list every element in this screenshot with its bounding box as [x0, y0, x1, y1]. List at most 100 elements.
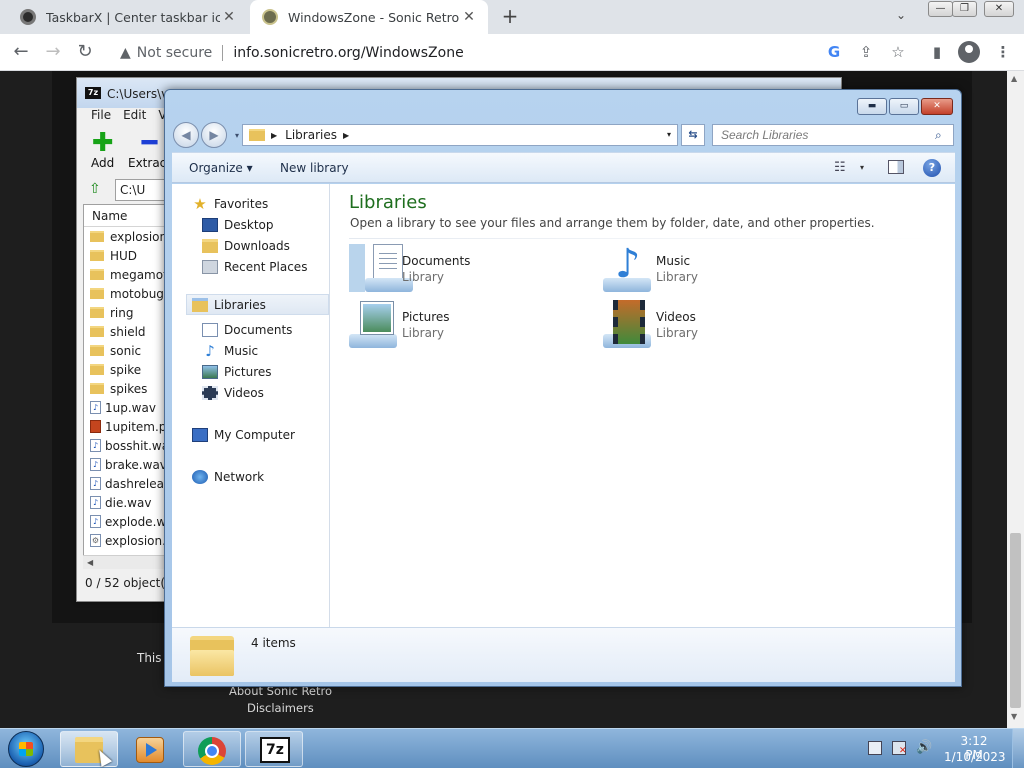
- file-list-row[interactable]: ♪ brake.wav: [84, 455, 164, 474]
- google-translate-icon[interactable]: G: [824, 42, 844, 62]
- browser-maximize-button[interactable]: ❐: [952, 1, 977, 17]
- action-center-flag-icon[interactable]: [868, 741, 882, 755]
- side-panel-icon[interactable]: ▮: [927, 42, 947, 62]
- browser-minimize-button[interactable]: —: [928, 1, 953, 17]
- file-name: sonic: [110, 343, 142, 358]
- library-music[interactable]: ♪ Music Library: [603, 244, 843, 294]
- nav-my-computer[interactable]: My Computer: [192, 428, 295, 442]
- close-tab-icon[interactable]: ✕: [460, 9, 478, 25]
- new-tab-button[interactable]: +: [498, 5, 522, 29]
- refresh-icon[interactable]: ⇆: [681, 124, 705, 146]
- file-name: ring: [110, 305, 134, 320]
- browser-tab-windowszone[interactable]: WindowsZone - Sonic Retro ✕: [250, 0, 488, 34]
- back-arrow-icon[interactable]: ←: [10, 41, 32, 63]
- file-list-row[interactable]: explosion: [84, 227, 164, 246]
- file-list-row[interactable]: megamoto: [84, 265, 164, 284]
- url-text[interactable]: info.sonicretro.org/WindowsZone: [233, 45, 463, 61]
- search-icon[interactable]: ⌕: [935, 128, 942, 143]
- add-button[interactable]: ✚ Add: [91, 130, 114, 170]
- browser-tab-taskbarx[interactable]: TaskbarX | Center taskbar icons ✕: [8, 0, 248, 34]
- address-dropdown-icon[interactable]: ▾: [667, 130, 671, 139]
- warning-triangle-icon[interactable]: ▲: [120, 45, 131, 61]
- bookmark-star-icon[interactable]: ☆: [888, 42, 908, 62]
- recent-pages-dropdown-icon[interactable]: ▾: [235, 131, 239, 140]
- browser-close-button[interactable]: ✕: [984, 1, 1014, 17]
- file-list-row[interactable]: ♪ explode.wa: [84, 512, 164, 531]
- nav-recent-places[interactable]: Recent Places: [202, 260, 307, 274]
- more-menu-icon[interactable]: ⋮: [993, 42, 1013, 62]
- explorer-address-bar[interactable]: ▶ Libraries ▶ ▾: [242, 124, 678, 146]
- taskbar-chrome-button[interactable]: [183, 731, 241, 767]
- file-list-row[interactable]: ⚙ explosion.i: [84, 531, 164, 550]
- scroll-thumb[interactable]: [1010, 533, 1021, 708]
- profile-avatar-icon[interactable]: [958, 41, 980, 63]
- explorer-minimize-button[interactable]: ▬: [857, 98, 887, 115]
- breadcrumb-arrow-icon[interactable]: ▶: [271, 131, 277, 140]
- menu-edit[interactable]: Edit: [123, 108, 146, 124]
- organize-button[interactable]: Organize ▾: [189, 161, 253, 175]
- desktop-icon: [202, 218, 218, 232]
- breadcrumb-libraries[interactable]: Libraries: [285, 128, 337, 142]
- nav-pictures[interactable]: Pictures: [202, 365, 272, 379]
- nav-documents[interactable]: Documents: [202, 323, 292, 337]
- volume-speaker-icon[interactable]: 🔊: [916, 741, 932, 755]
- file-list-row[interactable]: ♪ 1up.wav: [84, 398, 164, 417]
- page-scrollbar[interactable]: ▲ ▼: [1007, 71, 1024, 728]
- breadcrumb-arrow-icon[interactable]: ▶: [343, 131, 349, 140]
- 7zip-horizontal-scrollbar[interactable]: ◀: [83, 555, 165, 569]
- taskbar-media-player-button[interactable]: [121, 731, 179, 767]
- file-list-row[interactable]: ring: [84, 303, 164, 322]
- close-tab-icon[interactable]: ✕: [220, 9, 238, 25]
- new-library-button[interactable]: New library: [280, 161, 349, 175]
- start-button-windows-icon[interactable]: [8, 731, 44, 767]
- 7zip-file-list[interactable]: Name explosion HUD megamoto motobug ring shie…: [83, 204, 165, 569]
- file-list-row[interactable]: HUD: [84, 246, 164, 265]
- search-libraries-input[interactable]: [712, 124, 954, 146]
- reload-icon[interactable]: ↻: [74, 41, 96, 63]
- file-list-row[interactable]: sonic: [84, 341, 164, 360]
- share-icon[interactable]: ⇪: [856, 42, 876, 62]
- file-list-row[interactable]: spikes: [84, 379, 164, 398]
- file-list-row[interactable]: spike: [84, 360, 164, 379]
- show-desktop-button[interactable]: [1012, 729, 1024, 768]
- back-button-icon[interactable]: ◀: [173, 122, 199, 148]
- clock-date[interactable]: 1/10/2023: [944, 750, 1006, 764]
- file-name: motobug: [110, 286, 164, 301]
- view-options-dropdown-icon[interactable]: ▾: [860, 163, 864, 172]
- nav-videos[interactable]: Videos: [202, 386, 264, 400]
- file-list-row[interactable]: motobug: [84, 284, 164, 303]
- disclaimers-link[interactable]: Disclaimers: [247, 701, 314, 715]
- forward-arrow-icon[interactable]: →: [42, 41, 64, 63]
- explorer-maximize-button[interactable]: ▭: [889, 98, 919, 115]
- up-folder-icon[interactable]: ⇧: [89, 181, 105, 197]
- tab-search-dropdown-icon[interactable]: ⌄: [896, 8, 906, 22]
- menu-file[interactable]: File: [91, 108, 111, 124]
- library-videos[interactable]: Videos Library: [603, 300, 843, 350]
- file-list-row[interactable]: 1upitem.p: [84, 417, 164, 436]
- security-label[interactable]: Not secure: [137, 45, 213, 61]
- library-documents[interactable]: Documents Library: [349, 244, 589, 294]
- file-list-row[interactable]: shield: [84, 322, 164, 341]
- file-list-row[interactable]: ♪ bosshit.wa: [84, 436, 164, 455]
- change-view-icon[interactable]: ☷: [834, 160, 846, 175]
- nav-network[interactable]: Network: [192, 470, 264, 484]
- scroll-up-arrow-icon[interactable]: ▲: [1011, 74, 1017, 83]
- nav-downloads[interactable]: Downloads: [202, 239, 290, 253]
- forward-button-icon[interactable]: ▶: [201, 122, 227, 148]
- network-disconnected-icon[interactable]: [892, 741, 907, 756]
- address-bar[interactable]: ▲ Not secure info.sonicretro.org/Windows…: [110, 38, 860, 67]
- help-icon[interactable]: ?: [923, 159, 941, 177]
- scroll-down-arrow-icon[interactable]: ▼: [1011, 712, 1017, 721]
- library-pictures[interactable]: Pictures Library: [349, 300, 589, 350]
- nav-desktop[interactable]: Desktop: [202, 218, 274, 232]
- explorer-close-button[interactable]: ✕: [921, 98, 953, 115]
- nav-music[interactable]: ♪ Music: [202, 344, 258, 359]
- page-title: Libraries: [349, 192, 427, 213]
- nav-favorites[interactable]: ★ Favorites: [192, 197, 268, 212]
- taskbar-7zip-button[interactable]: 7z: [245, 731, 303, 767]
- file-list-row[interactable]: ♪ die.wav: [84, 493, 164, 512]
- file-list-row[interactable]: ♪ dashreleas: [84, 474, 164, 493]
- name-column-header[interactable]: Name: [84, 205, 164, 227]
- preview-pane-icon[interactable]: [888, 160, 904, 174]
- nav-libraries[interactable]: Libraries: [186, 294, 329, 315]
